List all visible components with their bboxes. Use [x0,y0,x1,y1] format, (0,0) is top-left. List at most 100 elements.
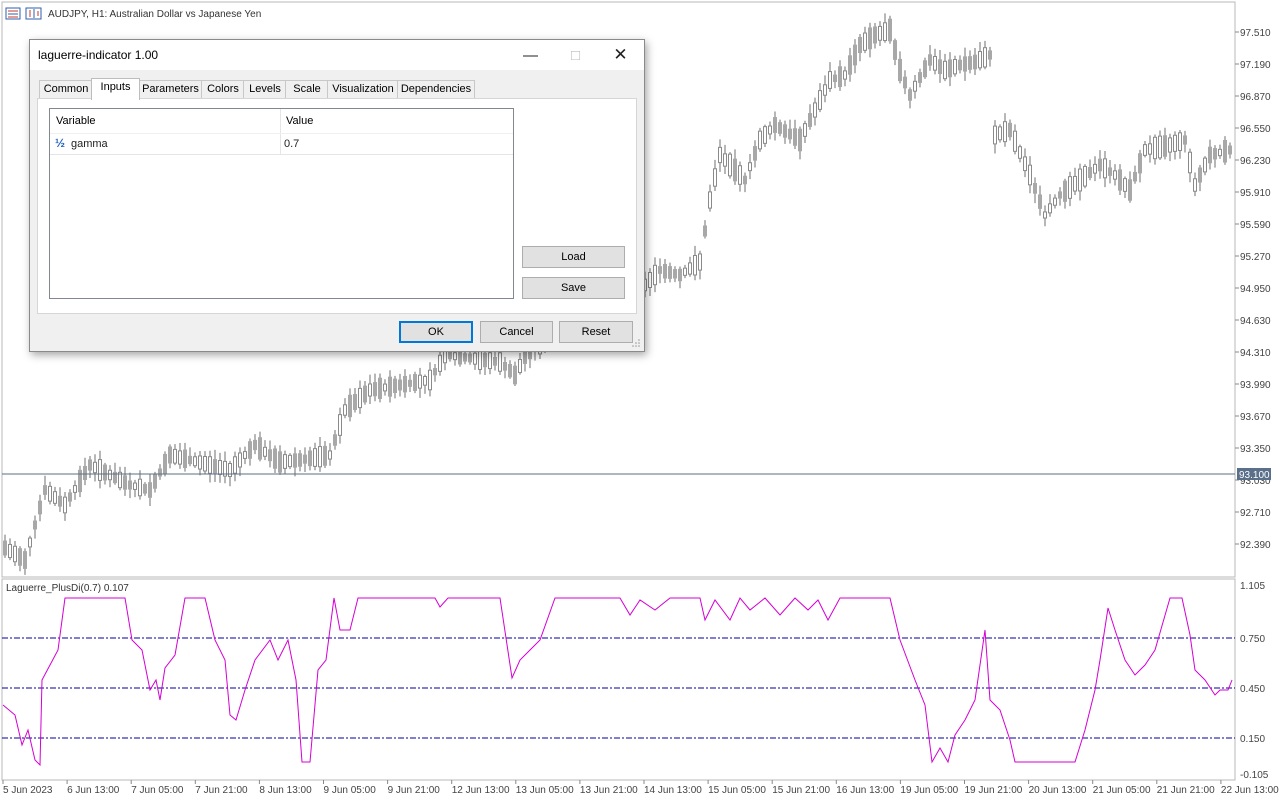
candle-body [683,267,687,276]
candle-body [1083,165,1087,187]
candle-body [393,378,397,394]
time-label: 13 Jun 21:00 [580,785,638,796]
tab-common[interactable]: Common [39,80,93,99]
close-button[interactable]: ✕ [598,40,643,70]
candle-body [768,125,772,135]
candle-body [498,352,502,372]
cancel-button[interactable]: Cancel [480,321,553,343]
time-label: 6 Jun 13:00 [67,785,120,796]
candle-body [368,383,372,397]
candle-body [693,255,697,276]
candle-body [1163,135,1167,157]
candle-body [953,58,957,75]
candle-body [438,354,442,372]
candle-body [503,362,507,371]
candle-body [213,459,217,474]
candle-body [728,153,732,177]
candle-body [43,485,47,495]
header-value[interactable]: Value [286,109,313,133]
candle-body [1118,169,1122,191]
candle-body [788,128,792,140]
candle-body [923,60,927,78]
time-label: 7 Jun 21:00 [195,785,248,796]
candle-body [398,379,402,391]
candle-body [303,454,307,464]
candle-body [183,449,187,468]
tab-parameters[interactable]: Parameters [138,80,203,99]
candle-body [1178,132,1182,152]
candle-body [373,382,377,397]
ok-button[interactable]: OK [399,321,473,343]
candle-body [1133,171,1137,182]
candle-body [868,27,872,50]
candle-body [23,551,27,569]
candle-body [888,18,892,42]
candle-body [1148,143,1152,155]
table-row[interactable]: ½ gamma 0.7 [50,133,513,155]
candle-body [703,225,707,237]
candle-body [3,540,7,556]
price-label: 92.710 [1240,508,1271,519]
candle-body [1158,135,1162,159]
candle-body [118,471,122,489]
minimize-button[interactable]: — [508,40,553,70]
candle-body [13,545,17,563]
load-button[interactable]: Load [522,246,625,268]
candle-body [83,465,87,481]
candle-body [1218,148,1222,157]
candle-body [1228,145,1232,155]
candle-body [218,460,222,475]
candle-body [1028,164,1032,186]
candle-body [273,448,277,469]
candle-body [743,175,747,185]
price-label: 93.350 [1240,444,1271,455]
header-variable[interactable]: Variable [56,109,96,133]
candle-body [1173,134,1177,152]
candle-body [1053,197,1057,206]
dialog-title: laguerre-indicator 1.00 [38,48,159,62]
candle-body [668,266,672,279]
time-label: 7 Jun 05:00 [131,785,184,796]
candle-body [193,456,197,467]
tab-levels[interactable]: Levels [243,80,287,99]
candle-body [18,548,22,566]
candle-body [243,451,247,459]
candle-body [148,482,152,498]
candle-body [658,266,662,274]
candle-body [718,146,722,164]
candle-body [993,125,997,145]
candle-body [1073,175,1077,192]
candle-body [803,123,807,137]
price-label: 95.910 [1240,188,1271,199]
save-button[interactable]: Save [522,277,625,299]
candle-body [428,369,432,391]
candle-body [263,446,267,457]
tab-visualization[interactable]: Visualization [327,80,399,99]
tab-dependencies[interactable]: Dependencies [397,80,475,99]
candle-body [33,520,37,530]
indicator-axis: 1.105 0.750 0.450 0.150 -0.105 [1240,581,1269,781]
candle-body [508,363,512,378]
candle-body [1213,148,1217,160]
candle-body [153,473,157,489]
tab-inputs[interactable]: Inputs [91,78,140,100]
candle-body [1108,167,1112,176]
candle-body [1193,178,1197,192]
variable-value[interactable]: 0.7 [284,138,299,150]
price-label: 94.310 [1240,348,1271,359]
candle-body [198,455,202,470]
time-label: 9 Jun 21:00 [388,785,441,796]
candle-body [363,385,367,403]
candle-body [73,485,77,493]
tab-scale[interactable]: Scale [285,80,329,99]
candle-body [423,375,427,386]
reset-button[interactable]: Reset [559,321,633,343]
candle-body [758,130,762,150]
candle-body [1033,182,1037,194]
price-label: 94.950 [1240,284,1271,295]
candle-body [288,454,292,468]
candle-body [318,446,322,468]
resize-grip-icon[interactable] [631,338,641,348]
candle-body [1098,158,1102,172]
tab-colors[interactable]: Colors [201,80,245,99]
